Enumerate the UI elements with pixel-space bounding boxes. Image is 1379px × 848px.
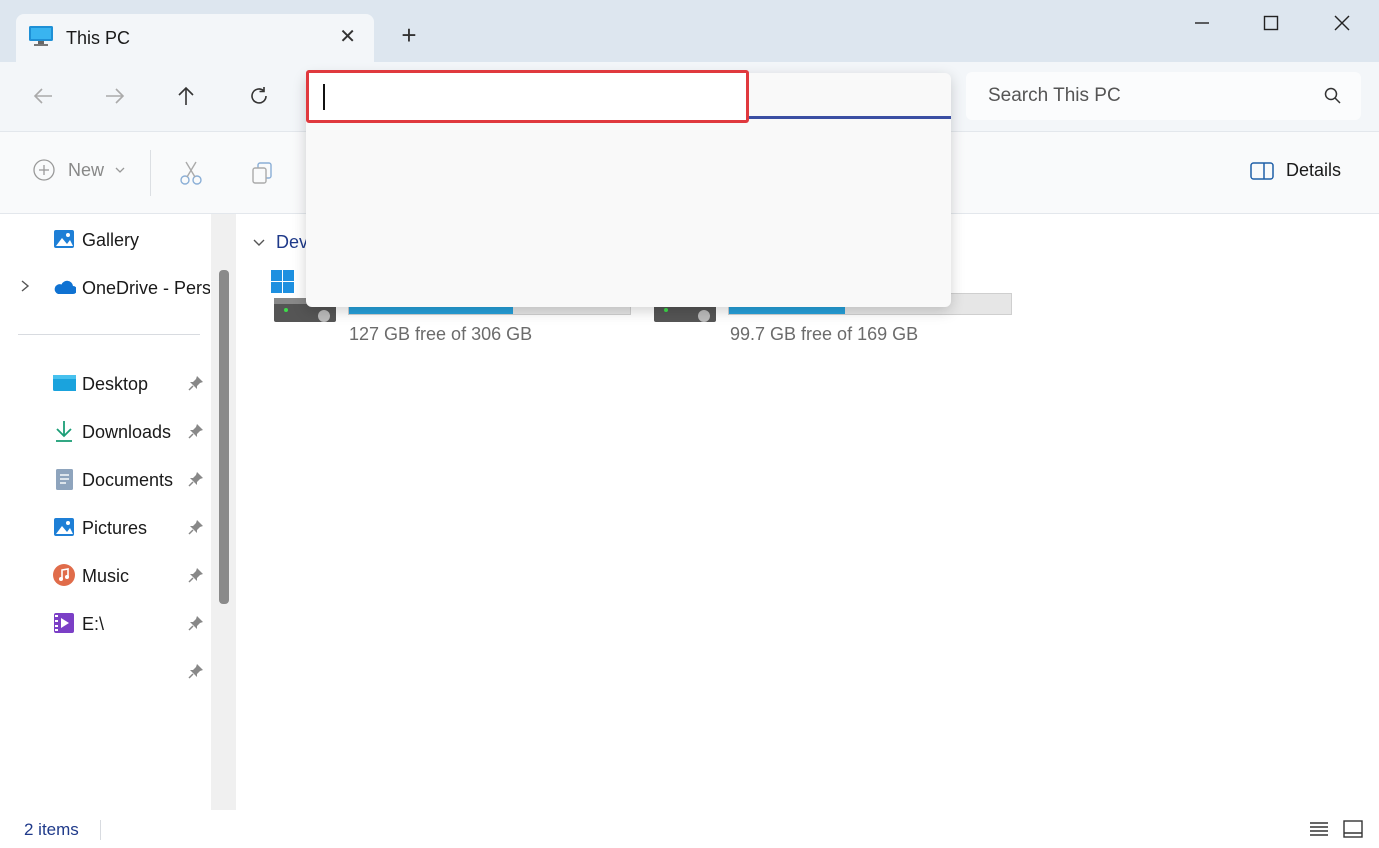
- sidebar-item-e-drive[interactable]: E:\: [0, 603, 210, 643]
- video-icon: [54, 613, 74, 633]
- drive-free-space: 127 GB free of 306 GB: [349, 324, 533, 344]
- maximize-icon: [1263, 15, 1279, 31]
- sidebar-item-blank[interactable]: [0, 651, 210, 691]
- details-label: Details: [1286, 160, 1342, 180]
- forward-button[interactable]: [97, 80, 133, 112]
- cloud-icon: [54, 280, 76, 294]
- title-bar: This PC ✕ +: [0, 0, 1379, 62]
- pin-icon[interactable]: [188, 471, 204, 487]
- copy-icon: [252, 162, 272, 184]
- cut-button[interactable]: [178, 160, 204, 191]
- sidebar-item-music[interactable]: Music: [0, 555, 210, 595]
- search-input[interactable]: [988, 85, 1308, 107]
- status-divider: [100, 820, 101, 840]
- close-window-button[interactable]: [1318, 6, 1366, 40]
- pin-icon[interactable]: [188, 375, 204, 391]
- close-icon: [1334, 15, 1350, 31]
- tab-title: This PC: [66, 27, 131, 48]
- pin-icon[interactable]: [188, 519, 204, 535]
- toolbar-divider: [150, 150, 151, 196]
- pin-icon[interactable]: [188, 663, 204, 679]
- sidebar-item-onedrive[interactable]: OneDrive - Perso: [0, 267, 210, 307]
- arrow-left-icon: [33, 88, 52, 104]
- back-button[interactable]: [25, 80, 61, 112]
- sidebar-item-downloads[interactable]: Downloads: [0, 411, 210, 451]
- scissors-icon: [180, 161, 202, 185]
- status-bar: 2 items: [0, 810, 1379, 848]
- sidebar-item-label: Downloads: [82, 422, 172, 442]
- address-input[interactable]: [319, 82, 729, 112]
- group-label: Dev: [276, 232, 309, 252]
- music-icon: [53, 564, 75, 586]
- chevron-down-icon: [115, 167, 125, 173]
- desktop-folder-icon: [53, 375, 76, 391]
- arrow-up-icon: [178, 86, 194, 105]
- sidebar-item-label: Documents: [82, 470, 174, 490]
- arrow-right-icon: [106, 88, 125, 104]
- search-box[interactable]: [966, 72, 1361, 120]
- sidebar-item-label: Gallery: [82, 230, 140, 250]
- refresh-button[interactable]: [241, 80, 277, 112]
- pin-icon[interactable]: [188, 615, 204, 631]
- item-count: 2 items: [24, 820, 79, 839]
- monitor-icon: [28, 25, 54, 52]
- download-arrow-icon: [56, 421, 72, 442]
- gallery-icon: [54, 230, 74, 248]
- sidebar-item-desktop[interactable]: Desktop: [0, 363, 210, 403]
- sidebar-item-label: E:\: [82, 614, 105, 634]
- pin-icon[interactable]: [188, 567, 204, 583]
- new-button[interactable]: New: [32, 158, 126, 182]
- details-view-icon[interactable]: [1308, 818, 1330, 840]
- details-button[interactable]: Details: [1250, 160, 1341, 181]
- sidebar-item-label: Pictures: [82, 518, 148, 538]
- sidebar-item-label: Desktop: [82, 374, 149, 394]
- close-tab-icon[interactable]: ✕: [339, 24, 356, 49]
- documents-icon: [56, 469, 73, 490]
- minimize-icon: [1195, 22, 1209, 24]
- tab-this-pc[interactable]: This PC ✕: [16, 14, 374, 62]
- pin-icon[interactable]: [188, 423, 204, 439]
- copy-button[interactable]: [250, 160, 276, 191]
- navigation-pane: Gallery OneDrive - Perso Desktop Downloa…: [0, 214, 216, 810]
- minimize-button[interactable]: [1178, 6, 1226, 40]
- chevron-down-icon: [253, 239, 265, 246]
- sidebar-scrollbar-thumb[interactable]: [219, 270, 229, 604]
- sidebar-item-label: Music: [82, 566, 130, 586]
- sidebar-divider: [18, 334, 200, 335]
- new-button-label: New: [68, 159, 105, 180]
- pictures-icon: [54, 518, 74, 536]
- sidebar-item-documents[interactable]: Documents: [0, 459, 210, 499]
- up-button[interactable]: [168, 80, 204, 112]
- large-icons-view-icon[interactable]: [1342, 818, 1364, 840]
- chevron-right-icon[interactable]: [20, 279, 30, 293]
- sidebar-item-pictures[interactable]: Pictures: [0, 507, 210, 547]
- sidebar-item-label: OneDrive - Perso: [82, 278, 210, 298]
- drive-free-space: 99.7 GB free of 169 GB: [730, 324, 919, 344]
- maximize-button[interactable]: [1247, 6, 1295, 40]
- refresh-icon: [251, 87, 267, 104]
- sidebar-item-gallery[interactable]: Gallery: [0, 219, 210, 259]
- group-header-devices[interactable]: Dev: [252, 232, 308, 253]
- plus-circle-icon: [33, 159, 55, 181]
- new-tab-button[interactable]: +: [396, 20, 422, 50]
- search-icon[interactable]: [1323, 86, 1343, 106]
- details-pane-icon: [1250, 161, 1274, 180]
- address-bar[interactable]: [306, 70, 749, 123]
